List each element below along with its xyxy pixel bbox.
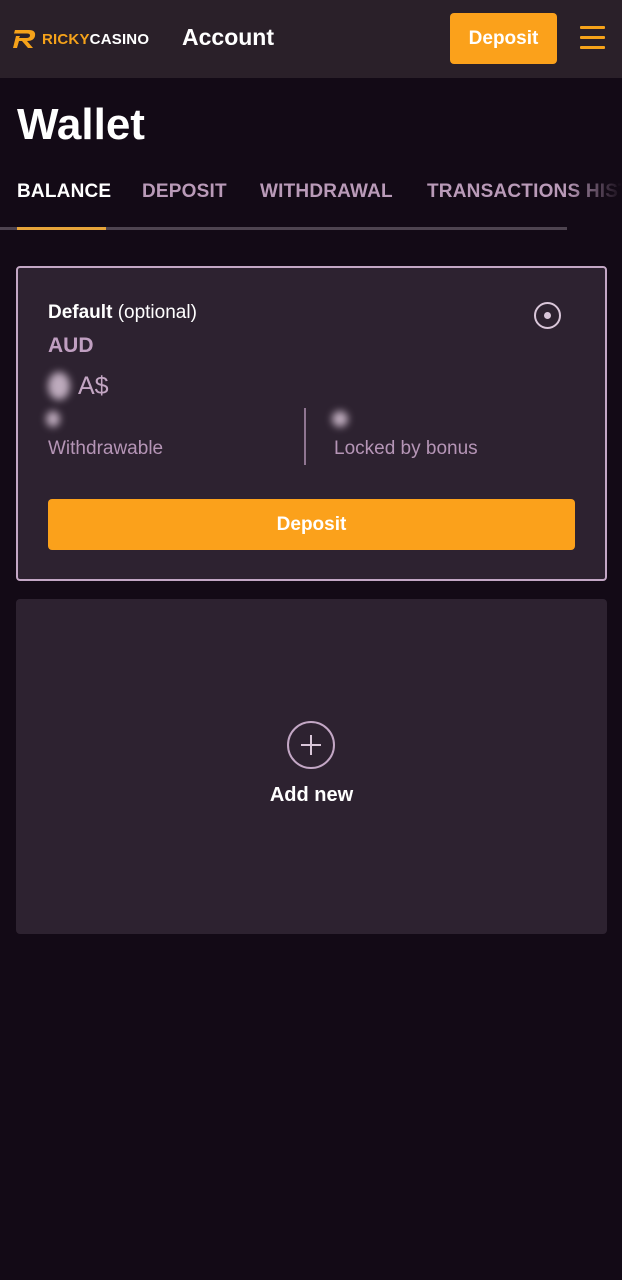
stat-divider xyxy=(304,408,306,465)
balance-amount-redacted xyxy=(48,372,70,400)
radio-selected-icon[interactable] xyxy=(534,302,561,329)
tab-balance[interactable]: BALANCE xyxy=(17,181,111,203)
withdrawable-amount-redacted xyxy=(46,411,60,427)
withdrawable-label: Withdrawable xyxy=(48,438,164,459)
page-title: Wallet xyxy=(17,100,145,149)
default-label: Default (optional) xyxy=(48,302,197,323)
add-new-wallet-card[interactable]: Add new xyxy=(16,599,607,934)
logo-text: RICKYCASINO xyxy=(42,30,150,48)
tabs-scroll-fade xyxy=(567,176,622,226)
locked-by-bonus-label: Locked by bonus xyxy=(334,438,478,459)
currency-symbol: A$ xyxy=(78,372,109,400)
hamburger-menu-icon[interactable] xyxy=(580,26,605,50)
top-bar: RICKYCASINO Account Deposit xyxy=(0,0,622,78)
active-tab-indicator xyxy=(17,227,106,230)
tab-withdrawal[interactable]: WITHDRAWAL xyxy=(260,181,393,203)
plus-icon[interactable] xyxy=(287,721,335,769)
wallet-tabs: BALANCE DEPOSIT WITHDRAWAL TRANSACTIONS … xyxy=(0,176,622,232)
add-new-label: Add new xyxy=(269,784,354,806)
header-title: Account xyxy=(182,24,274,50)
header-deposit-button[interactable]: Deposit xyxy=(450,13,557,64)
ricky-casino-logo[interactable]: RICKYCASINO xyxy=(12,27,149,51)
logo-icon xyxy=(13,30,36,48)
wallet-deposit-button[interactable]: Deposit xyxy=(48,499,575,550)
optional-label: (optional) xyxy=(117,302,197,323)
tab-deposit[interactable]: DEPOSIT xyxy=(142,181,227,203)
wallet-card-aud[interactable]: Default (optional) AUD A$ Withdrawable L… xyxy=(16,266,607,581)
currency-code: AUD xyxy=(48,334,94,357)
locked-amount-redacted xyxy=(332,411,348,427)
